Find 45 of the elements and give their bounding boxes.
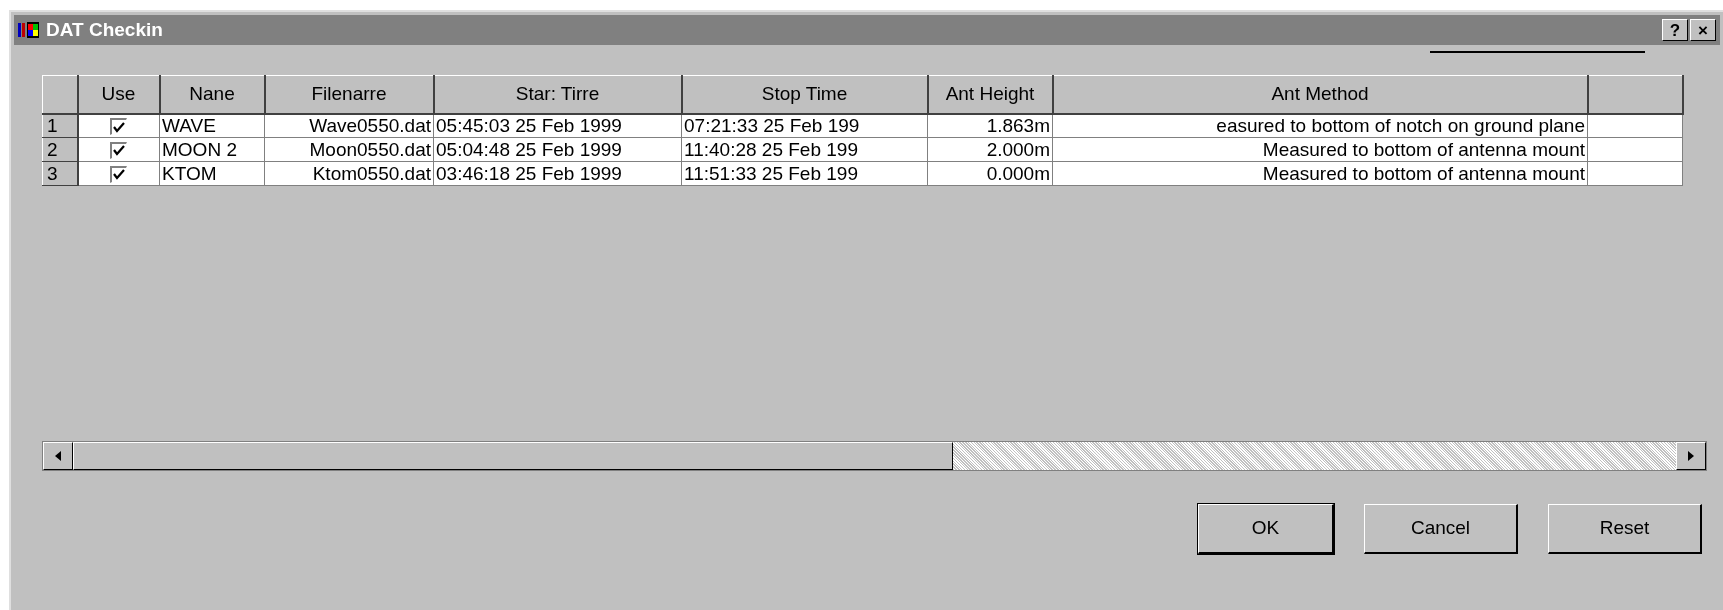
- filename-cell: Wave0550.dat: [264, 113, 434, 138]
- time-cell: 11:51:33 25 Feb 199: [681, 161, 928, 186]
- checkbox[interactable]: [110, 118, 128, 136]
- column-header[interactable]: Star: Tirre: [433, 75, 682, 114]
- scroll-left-button[interactable]: [43, 442, 73, 470]
- reset-button[interactable]: Reset: [1548, 504, 1702, 554]
- right-arrow-icon: [1687, 451, 1695, 461]
- filename-cell: Ktom0550.dat: [264, 161, 434, 186]
- filename-cell: Moon0550.dat: [264, 137, 434, 162]
- column-header[interactable]: Stop Time: [681, 75, 928, 114]
- ok-button[interactable]: OK: [1198, 504, 1334, 554]
- time-cell: 07:21:33 25 Feb 199: [681, 113, 928, 138]
- checkbox[interactable]: [110, 142, 128, 159]
- checkbox[interactable]: [110, 166, 128, 183]
- column-header[interactable]: Filenarre: [264, 75, 434, 114]
- app-icon: [18, 21, 40, 39]
- method-cell: Measured to bottom of antenna mount: [1052, 137, 1588, 162]
- height-cell: 2.000m: [927, 137, 1053, 162]
- column-header[interactable]: Ant Method: [1052, 75, 1588, 114]
- height-cell: 0.000m: [927, 161, 1053, 186]
- name-cell: KTOM: [159, 161, 265, 186]
- help-button[interactable]: ?: [1662, 19, 1688, 41]
- name-cell: MOON 2: [159, 137, 265, 162]
- time-cell: 05:04:48 25 Feb 1999: [433, 137, 682, 162]
- row-header[interactable]: 2: [42, 137, 78, 162]
- horizontal-scrollbar[interactable]: [42, 441, 1707, 471]
- column-header[interactable]: Ant Height: [927, 75, 1053, 114]
- scroll-thumb[interactable]: [73, 442, 953, 470]
- time-cell: 11:40:28 25 Feb 199: [681, 137, 928, 162]
- row-header[interactable]: 3: [42, 161, 78, 186]
- corner-header: [42, 75, 78, 114]
- scroll-right-button[interactable]: [1676, 442, 1706, 470]
- time-cell: 03:46:18 25 Feb 1999: [433, 161, 682, 186]
- time-cell: 05:45:03 25 Feb 1999: [433, 113, 682, 138]
- left-arrow-icon: [54, 451, 62, 461]
- column-header[interactable]: Nane: [159, 75, 265, 114]
- height-cell: 1.863m: [927, 113, 1053, 138]
- cancel-button[interactable]: Cancel: [1364, 504, 1518, 554]
- name-cell: WAVE: [159, 113, 265, 138]
- close-button[interactable]: ×: [1690, 19, 1716, 41]
- row-header[interactable]: 1: [42, 113, 78, 138]
- column-header[interactable]: Use: [77, 75, 160, 114]
- method-cell: easured to bottom of notch on ground plane: [1052, 113, 1588, 138]
- method-cell: Measured to bottom of antenna mount: [1052, 161, 1588, 186]
- window-title: DAT Checkin: [46, 17, 163, 42]
